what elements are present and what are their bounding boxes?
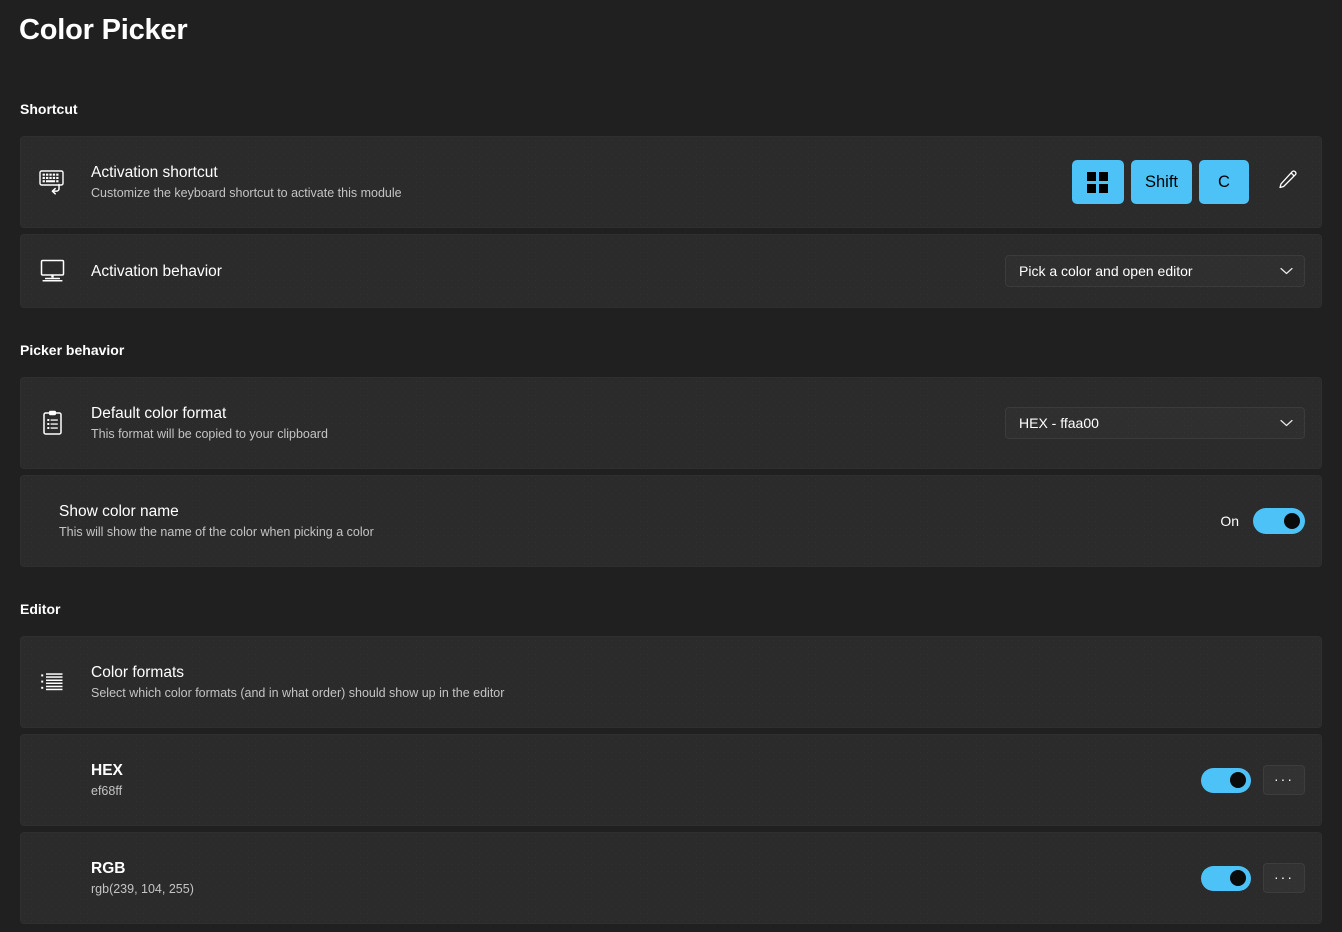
show-color-name-texts: Show color name This will show the name … (59, 501, 374, 541)
show-color-name-controls: On (1220, 508, 1305, 534)
activation-shortcut-texts: Activation shortcut Customize the keyboa… (91, 162, 402, 202)
keyboard-shortcut-icon (39, 169, 73, 195)
format-hex-toggle[interactable] (1201, 767, 1251, 793)
format-rgb-controls: ··· (1201, 863, 1305, 893)
activation-behavior-controls: Pick a color and open editor (1005, 255, 1305, 287)
color-formats-texts: Color formats Select which color formats… (91, 662, 504, 702)
activation-shortcut-info: Activation shortcut Customize the keyboa… (39, 162, 1072, 202)
format-hex-name: HEX (91, 762, 123, 779)
format-rgb-sample: rgb(239, 104, 255) (91, 882, 194, 896)
format-rgb-toggle[interactable] (1201, 865, 1251, 891)
format-rgb-name: RGB (91, 860, 126, 877)
activation-behavior-texts: Activation behavior (91, 261, 222, 282)
toggle-knob (1230, 772, 1246, 788)
default-color-format-row[interactable]: Default color format This format will be… (20, 377, 1322, 469)
format-row-hex[interactable]: HEX ef68ff ··· (20, 734, 1322, 826)
windows-logo-icon (1087, 171, 1109, 193)
format-rgb-more-button[interactable]: ··· (1263, 863, 1305, 893)
format-hex-sample: ef68ff (91, 784, 123, 798)
show-color-name-row[interactable]: Show color name This will show the name … (20, 475, 1322, 567)
monitor-icon (39, 258, 73, 284)
format-hex-controls: ··· (1201, 765, 1305, 795)
section-editor: Editor Color formats Select which color … (0, 601, 1342, 924)
section-heading-editor: Editor (20, 601, 61, 617)
clipboard-icon (39, 409, 73, 437)
default-color-format-info: Default color format This format will be… (39, 403, 1005, 443)
show-color-name-toggle[interactable] (1253, 508, 1305, 534)
settings-page: Color Picker Shortcut Activation shortcu… (0, 0, 1342, 932)
default-color-format-description: This format will be copied to your clipb… (91, 427, 328, 441)
show-color-name-title: Show color name (59, 503, 179, 520)
show-color-name-toggle-wrap: On (1220, 508, 1305, 534)
activation-shortcut-description: Customize the keyboard shortcut to activ… (91, 186, 402, 200)
page-title: Color Picker (19, 14, 188, 46)
shortcut-key-windows[interactable] (1071, 160, 1124, 204)
activation-behavior-row[interactable]: Activation behavior Pick a color and ope… (20, 234, 1322, 308)
list-icon (39, 671, 73, 693)
show-color-name-description: This will show the name of the color whe… (59, 525, 374, 539)
shortcut-keys: Shift C (1071, 160, 1249, 204)
activation-behavior-dropdown[interactable]: Pick a color and open editor (1005, 255, 1305, 287)
activation-behavior-info: Activation behavior (39, 258, 1005, 284)
format-row-rgb[interactable]: RGB rgb(239, 104, 255) ··· (20, 832, 1322, 924)
shortcut-key-c[interactable]: C (1199, 160, 1249, 204)
section-heading-shortcut: Shortcut (20, 101, 78, 117)
activation-shortcut-controls: Shift C (1071, 160, 1305, 204)
section-shortcut: Shortcut Activation shortcut Customize t… (0, 101, 1342, 308)
pencil-icon (1277, 169, 1298, 195)
format-hex-info: HEX ef68ff (39, 760, 1201, 800)
show-color-name-toggle-label: On (1220, 513, 1239, 529)
default-color-format-dropdown-value: HEX - ffaa00 (1019, 415, 1099, 431)
default-color-format-dropdown[interactable]: HEX - ffaa00 (1005, 407, 1305, 439)
activation-shortcut-row[interactable]: Activation shortcut Customize the keyboa… (20, 136, 1322, 228)
activation-behavior-title: Activation behavior (91, 262, 222, 280)
default-color-format-controls: HEX - ffaa00 (1005, 407, 1305, 439)
color-formats-info: Color formats Select which color formats… (39, 662, 1305, 702)
chevron-down-icon (1280, 267, 1293, 275)
section-heading-picker-behavior: Picker behavior (20, 342, 125, 358)
toggle-knob (1284, 513, 1300, 529)
default-color-format-title: Default color format (91, 405, 227, 422)
toggle-knob (1230, 870, 1246, 886)
chevron-down-icon (1280, 419, 1293, 427)
format-rgb-texts: RGB rgb(239, 104, 255) (91, 858, 194, 898)
color-formats-description: Select which color formats (and in what … (91, 686, 505, 700)
default-color-format-texts: Default color format This format will be… (91, 403, 328, 443)
format-hex-texts: HEX ef68ff (91, 760, 123, 800)
activation-behavior-dropdown-value: Pick a color and open editor (1019, 263, 1193, 279)
section-picker-behavior: Picker behavior Default color format Thi… (0, 342, 1342, 567)
color-formats-title: Color formats (91, 664, 185, 681)
color-formats-row[interactable]: Color formats Select which color formats… (20, 636, 1322, 728)
show-color-name-info: Show color name This will show the name … (59, 501, 1220, 541)
format-hex-more-button[interactable]: ··· (1263, 765, 1305, 795)
format-rgb-info: RGB rgb(239, 104, 255) (39, 858, 1201, 898)
activation-shortcut-title: Activation shortcut (91, 164, 218, 181)
edit-shortcut-button[interactable] (1269, 164, 1305, 200)
shortcut-key-shift[interactable]: Shift (1130, 160, 1192, 204)
